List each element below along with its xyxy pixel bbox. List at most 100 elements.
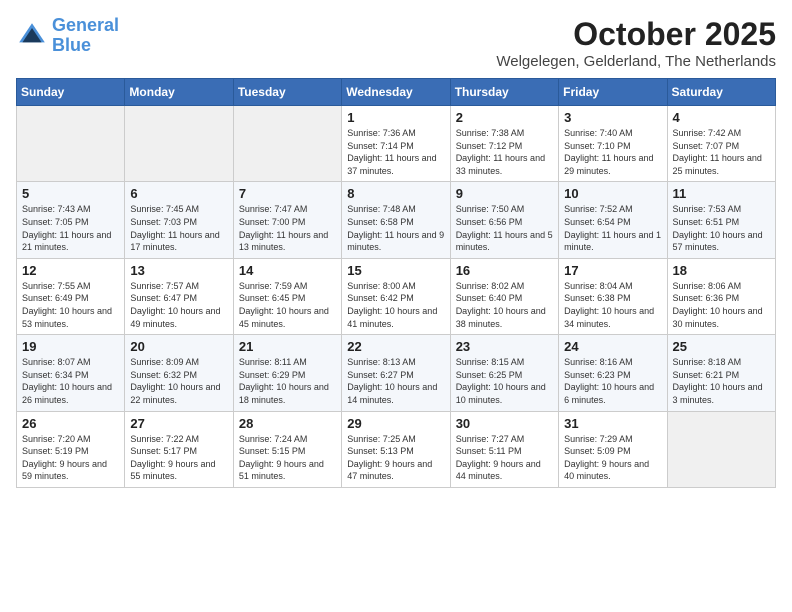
calendar-day-27: 27 Sunrise: 7:22 AMSunset: 5:17 PMDayligh… (125, 411, 233, 487)
day-number: 16 (456, 263, 553, 278)
weekday-header-saturday: Saturday (667, 79, 775, 106)
day-info: Sunrise: 7:27 AMSunset: 5:11 PMDaylight:… (456, 433, 553, 483)
day-info: Sunrise: 7:45 AMSunset: 7:03 PMDaylight:… (130, 203, 227, 253)
day-info: Sunrise: 7:55 AMSunset: 6:49 PMDaylight:… (22, 280, 119, 330)
day-info: Sunrise: 8:11 AMSunset: 6:29 PMDaylight:… (239, 356, 336, 406)
day-number: 2 (456, 110, 553, 125)
calendar-day-25: 25Sunrise: 8:18 AMSunset: 6:21 PMDayligh… (667, 335, 775, 411)
day-info: Sunrise: 7:22 AMSunset: 5:17 PMDaylight:… (130, 433, 227, 483)
day-number: 11 (673, 186, 770, 201)
day-info: Sunrise: 7:24 AMSunset: 5:15 PMDaylight:… (239, 433, 336, 483)
weekday-header-monday: Monday (125, 79, 233, 106)
calendar-day-10: 10 Sunrise: 7:52 AMSunset: 6:54 PMDayligh… (559, 182, 667, 258)
weekday-header-wednesday: Wednesday (342, 79, 450, 106)
day-info: Sunrise: 7:20 AMSunset: 5:19 PMDaylight:… (22, 433, 119, 483)
calendar-day-19: 19Sunrise: 8:07 AMSunset: 6:34 PMDayligh… (17, 335, 125, 411)
calendar-empty-cell (233, 106, 341, 182)
day-number: 22 (347, 339, 444, 354)
day-number: 21 (239, 339, 336, 354)
calendar-day-5: 5 Sunrise: 7:43 AMSunset: 7:05 PMDaylight… (17, 182, 125, 258)
weekday-header-sunday: Sunday (17, 79, 125, 106)
calendar-day-7: 7 Sunrise: 7:47 AMSunset: 7:00 PMDaylight… (233, 182, 341, 258)
weekday-header-tuesday: Tuesday (233, 79, 341, 106)
calendar-day-13: 13 Sunrise: 7:57 AMSunset: 6:47 PMDayligh… (125, 258, 233, 334)
weekday-header-friday: Friday (559, 79, 667, 106)
day-info: Sunrise: 7:29 AMSunset: 5:09 PMDaylight:… (564, 433, 661, 483)
calendar-day-31: 31Sunrise: 7:29 AMSunset: 5:09 PMDayligh… (559, 411, 667, 487)
day-info: Sunrise: 7:59 AMSunset: 6:45 PMDaylight:… (239, 280, 336, 330)
day-number: 23 (456, 339, 553, 354)
logo: General Blue (16, 16, 119, 56)
calendar-week-row: 19Sunrise: 8:07 AMSunset: 6:34 PMDayligh… (17, 335, 776, 411)
day-info: Sunrise: 8:06 AMSunset: 6:36 PMDaylight:… (673, 280, 770, 330)
day-info: Sunrise: 7:57 AMSunset: 6:47 PMDaylight:… (130, 280, 227, 330)
day-info: Sunrise: 7:38 AMSunset: 7:12 PMDaylight:… (456, 127, 553, 177)
calendar-week-row: 26 Sunrise: 7:20 AMSunset: 5:19 PMDayligh… (17, 411, 776, 487)
calendar-day-9: 9 Sunrise: 7:50 AMSunset: 6:56 PMDaylight… (450, 182, 558, 258)
calendar-table: SundayMondayTuesdayWednesdayThursdayFrid… (16, 78, 776, 488)
day-info: Sunrise: 8:18 AMSunset: 6:21 PMDaylight:… (673, 356, 770, 406)
calendar-day-29: 29Sunrise: 7:25 AMSunset: 5:13 PMDayligh… (342, 411, 450, 487)
day-number: 8 (347, 186, 444, 201)
calendar-day-20: 20Sunrise: 8:09 AMSunset: 6:32 PMDayligh… (125, 335, 233, 411)
calendar-day-24: 24 Sunrise: 8:16 AMSunset: 6:23 PMDayligh… (559, 335, 667, 411)
day-info: Sunrise: 7:36 AMSunset: 7:14 PMDaylight:… (347, 127, 444, 177)
day-number: 5 (22, 186, 119, 201)
day-info: Sunrise: 8:09 AMSunset: 6:32 PMDaylight:… (130, 356, 227, 406)
calendar-day-23: 23Sunrise: 8:15 AMSunset: 6:25 PMDayligh… (450, 335, 558, 411)
weekday-header-thursday: Thursday (450, 79, 558, 106)
calendar-day-3: 3 Sunrise: 7:40 AMSunset: 7:10 PMDaylight… (559, 106, 667, 182)
day-info: Sunrise: 8:13 AMSunset: 6:27 PMDaylight:… (347, 356, 444, 406)
day-number: 18 (673, 263, 770, 278)
day-number: 7 (239, 186, 336, 201)
calendar-day-21: 21 Sunrise: 8:11 AMSunset: 6:29 PMDayligh… (233, 335, 341, 411)
calendar-day-28: 28Sunrise: 7:24 AMSunset: 5:15 PMDayligh… (233, 411, 341, 487)
day-number: 4 (673, 110, 770, 125)
day-number: 24 (564, 339, 661, 354)
day-info: Sunrise: 7:47 AMSunset: 7:00 PMDaylight:… (239, 203, 336, 253)
location: Welgelegen, Gelderland, The Netherlands (496, 53, 776, 70)
day-number: 9 (456, 186, 553, 201)
day-number: 10 (564, 186, 661, 201)
day-number: 1 (347, 110, 444, 125)
calendar-day-16: 16 Sunrise: 8:02 AMSunset: 6:40 PMDayligh… (450, 258, 558, 334)
day-info: Sunrise: 8:16 AMSunset: 6:23 PMDaylight:… (564, 356, 661, 406)
day-info: Sunrise: 7:52 AMSunset: 6:54 PMDaylight:… (564, 203, 661, 253)
calendar-day-12: 12 Sunrise: 7:55 AMSunset: 6:49 PMDayligh… (17, 258, 125, 334)
calendar-week-row: 1 Sunrise: 7:36 AMSunset: 7:14 PMDaylight… (17, 106, 776, 182)
day-number: 26 (22, 416, 119, 431)
day-number: 12 (22, 263, 119, 278)
month-title: October 2025 (496, 16, 776, 53)
day-number: 17 (564, 263, 661, 278)
calendar-day-30: 30Sunrise: 7:27 AMSunset: 5:11 PMDayligh… (450, 411, 558, 487)
day-info: Sunrise: 8:07 AMSunset: 6:34 PMDaylight:… (22, 356, 119, 406)
day-info: Sunrise: 7:25 AMSunset: 5:13 PMDaylight:… (347, 433, 444, 483)
day-info: Sunrise: 8:02 AMSunset: 6:40 PMDaylight:… (456, 280, 553, 330)
day-info: Sunrise: 7:40 AMSunset: 7:10 PMDaylight:… (564, 127, 661, 177)
calendar-day-2: 2 Sunrise: 7:38 AMSunset: 7:12 PMDaylight… (450, 106, 558, 182)
day-info: Sunrise: 7:42 AMSunset: 7:07 PMDaylight:… (673, 127, 770, 177)
calendar-day-6: 6 Sunrise: 7:45 AMSunset: 7:03 PMDaylight… (125, 182, 233, 258)
calendar-day-14: 14Sunrise: 7:59 AMSunset: 6:45 PMDayligh… (233, 258, 341, 334)
calendar-week-row: 5 Sunrise: 7:43 AMSunset: 7:05 PMDaylight… (17, 182, 776, 258)
calendar-day-4: 4 Sunrise: 7:42 AMSunset: 7:07 PMDaylight… (667, 106, 775, 182)
calendar-day-15: 15 Sunrise: 8:00 AMSunset: 6:42 PMDayligh… (342, 258, 450, 334)
day-info: Sunrise: 8:00 AMSunset: 6:42 PMDaylight:… (347, 280, 444, 330)
calendar-day-26: 26 Sunrise: 7:20 AMSunset: 5:19 PMDayligh… (17, 411, 125, 487)
day-info: Sunrise: 8:04 AMSunset: 6:38 PMDaylight:… (564, 280, 661, 330)
calendar-day-22: 22 Sunrise: 8:13 AMSunset: 6:27 PMDayligh… (342, 335, 450, 411)
calendar-day-1: 1 Sunrise: 7:36 AMSunset: 7:14 PMDaylight… (342, 106, 450, 182)
calendar-empty-cell (125, 106, 233, 182)
day-info: Sunrise: 7:43 AMSunset: 7:05 PMDaylight:… (22, 203, 119, 253)
calendar-empty-cell (17, 106, 125, 182)
day-number: 13 (130, 263, 227, 278)
calendar-day-11: 11Sunrise: 7:53 AMSunset: 6:51 PMDayligh… (667, 182, 775, 258)
day-info: Sunrise: 7:50 AMSunset: 6:56 PMDaylight:… (456, 203, 553, 253)
logo-text: General Blue (52, 16, 119, 56)
calendar-day-18: 18 Sunrise: 8:06 AMSunset: 6:36 PMDayligh… (667, 258, 775, 334)
weekday-header-row: SundayMondayTuesdayWednesdayThursdayFrid… (17, 79, 776, 106)
day-number: 6 (130, 186, 227, 201)
day-number: 27 (130, 416, 227, 431)
day-number: 3 (564, 110, 661, 125)
day-number: 15 (347, 263, 444, 278)
